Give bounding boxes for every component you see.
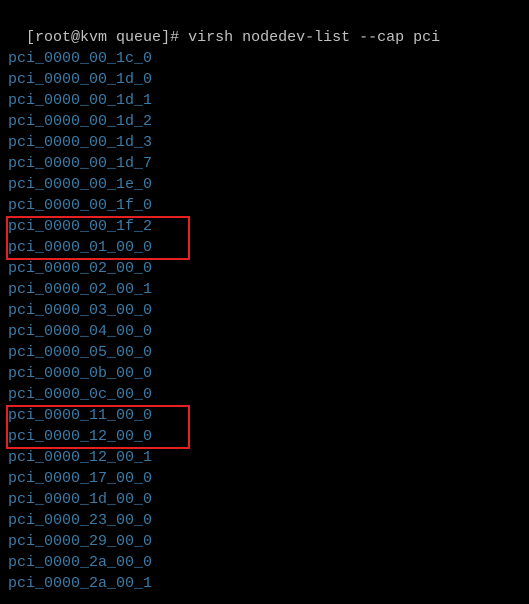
output-line: pci_0000_23_00_0 — [8, 510, 521, 531]
terminal-output: pci_0000_00_1c_0pci_0000_00_1d_0pci_0000… — [8, 48, 521, 594]
output-line: pci_0000_2a_00_1 — [8, 573, 521, 594]
output-line: pci_0000_00_1d_2 — [8, 111, 521, 132]
output-line: pci_0000_29_00_0 — [8, 531, 521, 552]
output-line: pci_0000_12_00_0 — [8, 426, 521, 447]
output-line: pci_0000_00_1c_0 — [8, 48, 521, 69]
output-line: pci_0000_02_00_0 — [8, 258, 521, 279]
output-line: pci_0000_2a_00_0 — [8, 552, 521, 573]
output-line: pci_0000_00_1d_3 — [8, 132, 521, 153]
output-line: pci_0000_1d_00_0 — [8, 489, 521, 510]
output-line: pci_0000_02_00_1 — [8, 279, 521, 300]
output-line: pci_0000_00_1f_2 — [8, 216, 521, 237]
output-line: pci_0000_17_00_0 — [8, 468, 521, 489]
output-line: pci_0000_01_00_0 — [8, 237, 521, 258]
output-line: pci_0000_00_1d_0 — [8, 69, 521, 90]
output-line: pci_0000_00_1d_7 — [8, 153, 521, 174]
shell-prompt: [root@kvm queue]# virsh nodedev-list --c… — [8, 6, 521, 48]
output-line: pci_0000_0b_00_0 — [8, 363, 521, 384]
prompt-close-bracket: ]# — [161, 29, 179, 46]
output-line: pci_0000_00_1e_0 — [8, 174, 521, 195]
prompt-command[interactable]: virsh nodedev-list --cap pci — [188, 29, 440, 46]
output-line: pci_0000_00_1f_0 — [8, 195, 521, 216]
output-line: pci_0000_00_1d_1 — [8, 90, 521, 111]
output-line: pci_0000_04_00_0 — [8, 321, 521, 342]
prompt-userhost: root@kvm queue — [35, 29, 161, 46]
output-line: pci_0000_12_00_1 — [8, 447, 521, 468]
prompt-open-bracket: [ — [26, 29, 35, 46]
output-line: pci_0000_03_00_0 — [8, 300, 521, 321]
output-line: pci_0000_0c_00_0 — [8, 384, 521, 405]
output-line: pci_0000_05_00_0 — [8, 342, 521, 363]
output-line: pci_0000_11_00_0 — [8, 405, 521, 426]
